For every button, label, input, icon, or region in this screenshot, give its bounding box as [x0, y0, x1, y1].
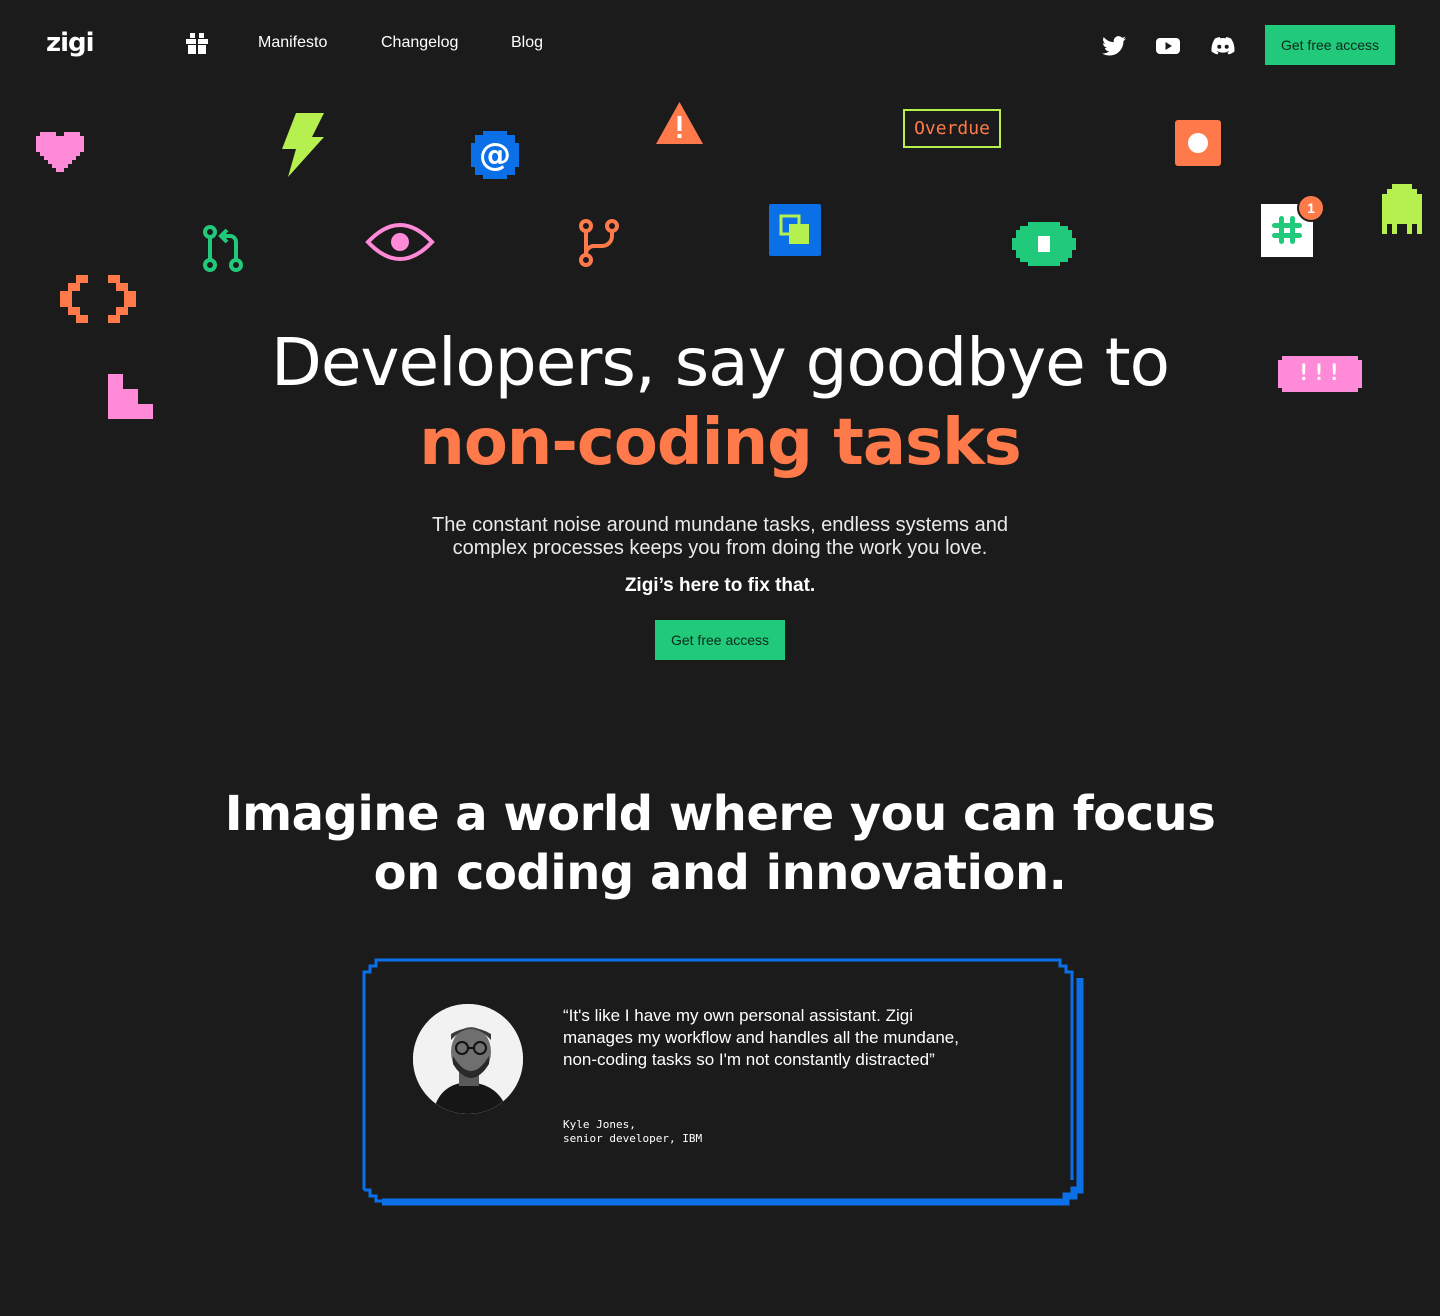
copy-icon	[769, 204, 821, 256]
author-role: senior developer, IBM	[563, 1132, 703, 1145]
hero-fix-line: Zigi’s here to fix that.	[624, 575, 816, 596]
nav-link-manifesto[interactable]: Manifesto	[258, 33, 327, 53]
warning-icon	[656, 102, 703, 144]
testimonial-quote: “It's like I have my own personal assist…	[563, 1006, 959, 1069]
at-sign-icon: @	[471, 131, 519, 179]
author-name: Kyle Jones,	[563, 1118, 636, 1131]
testimonial-author: Kyle Jones, senior developer, IBM	[563, 1118, 863, 1146]
imagine-heading: Imagine a world where you can focus on c…	[0, 785, 1440, 903]
top-nav: zigi Manifesto Changelog Blog Get free a…	[0, 0, 1440, 90]
pull-request-icon	[203, 225, 243, 272]
code-brackets-icon	[60, 275, 136, 323]
discord-icon[interactable]	[1210, 33, 1236, 59]
gift-icon[interactable]	[184, 30, 210, 56]
svg-text:@: @	[479, 135, 511, 173]
heart-icon	[36, 132, 84, 172]
hero-title: Developers, say goodbye to	[271, 324, 1170, 401]
notification-count-badge: 1	[1297, 194, 1325, 222]
slack-app-tile: 1	[1261, 194, 1325, 257]
record-icon	[1175, 120, 1221, 166]
branch-icon	[579, 219, 619, 267]
lightning-icon	[282, 113, 324, 177]
get-free-access-nav-button[interactable]: Get free access	[1265, 25, 1395, 65]
get-free-access-hero-button[interactable]: Get free access	[655, 620, 785, 660]
nav-link-blog[interactable]: Blog	[511, 33, 543, 53]
imagine-line-2: on coding and innovation.	[373, 845, 1067, 901]
zigi-logo[interactable]: zigi	[46, 28, 95, 58]
nav-link-changelog[interactable]: Changelog	[381, 33, 458, 53]
ghost-icon	[1382, 184, 1422, 234]
eye-icon	[365, 223, 435, 261]
author-portrait	[413, 1004, 523, 1114]
imagine-line-1: Imagine a world where you can focus	[224, 786, 1216, 842]
avatar	[413, 1004, 523, 1114]
hero-title-accent: non-coding tasks	[419, 406, 1022, 480]
eye-pixel-icon	[1012, 222, 1076, 266]
hero-subtitle: The constant noise around mundane tasks,…	[432, 514, 1008, 559]
overdue-badge: Overdue	[903, 109, 1001, 148]
youtube-icon[interactable]	[1155, 33, 1181, 59]
twitter-icon[interactable]	[1101, 33, 1127, 59]
